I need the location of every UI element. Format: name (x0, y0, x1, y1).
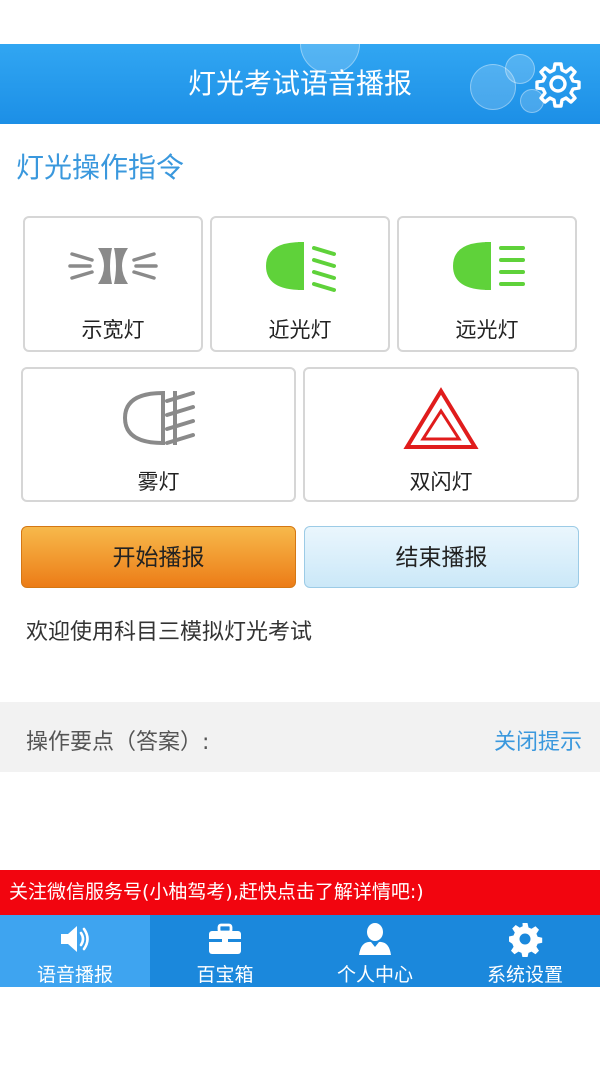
light-card-hazard[interactable]: 双闪灯 (303, 367, 579, 502)
tips-bar: 操作要点（答案）: 关闭提示 (0, 702, 600, 772)
tab-personal-center[interactable]: 个人中心 (300, 915, 450, 987)
tab-system-settings[interactable]: 系统设置 (450, 915, 600, 987)
tab-label: 语音播报 (36, 964, 113, 986)
light-card-low-beam[interactable]: 近光灯 (210, 216, 390, 352)
tab-voice-broadcast[interactable]: 语音播报 (0, 915, 150, 987)
status-message: 欢迎使用科目三模拟灯光考试 (26, 620, 313, 645)
close-tips-link[interactable]: 关闭提示 (494, 724, 582, 756)
gear-icon (507, 921, 543, 958)
start-broadcast-button[interactable]: 开始播报 (21, 526, 296, 588)
high-beam-icon (447, 236, 527, 296)
light-label: 示宽灯 (81, 318, 145, 342)
promo-banner[interactable]: 关注微信服务号(小柚驾考),赶快点击了解详情吧:) (0, 870, 600, 915)
light-label: 远光灯 (455, 318, 519, 342)
speaker-icon (57, 921, 93, 957)
light-label: 双闪灯 (409, 470, 473, 494)
tab-toolbox[interactable]: 百宝箱 (150, 915, 300, 987)
light-label: 近光灯 (268, 318, 332, 342)
fog-light-icon (119, 385, 199, 451)
light-card-high-beam[interactable]: 远光灯 (397, 216, 577, 352)
tab-label: 个人中心 (336, 964, 413, 986)
light-card-side-marker[interactable]: 示宽灯 (23, 216, 203, 352)
status-bar (0, 0, 600, 44)
tab-label: 百宝箱 (196, 964, 254, 986)
hazard-light-icon (403, 387, 479, 451)
light-card-fog[interactable]: 雾灯 (21, 367, 296, 502)
stop-broadcast-button[interactable]: 结束播报 (304, 526, 579, 588)
page-title: 灯光考试语音播报 (187, 67, 412, 100)
user-icon (357, 921, 393, 957)
low-beam-icon (260, 236, 340, 296)
app-header: 灯光考试语音播报 (0, 44, 600, 124)
tips-label: 操作要点（答案）: (26, 730, 210, 755)
light-label: 雾灯 (137, 470, 180, 494)
toolbox-icon (207, 921, 243, 957)
side-marker-light-icon (68, 236, 158, 296)
gear-icon[interactable] (534, 60, 582, 108)
bottom-tab-bar: 语音播报 百宝箱 个人中心 系统设置 (0, 915, 600, 987)
tab-label: 系统设置 (486, 964, 563, 986)
section-title: 灯光操作指令 (16, 151, 185, 184)
